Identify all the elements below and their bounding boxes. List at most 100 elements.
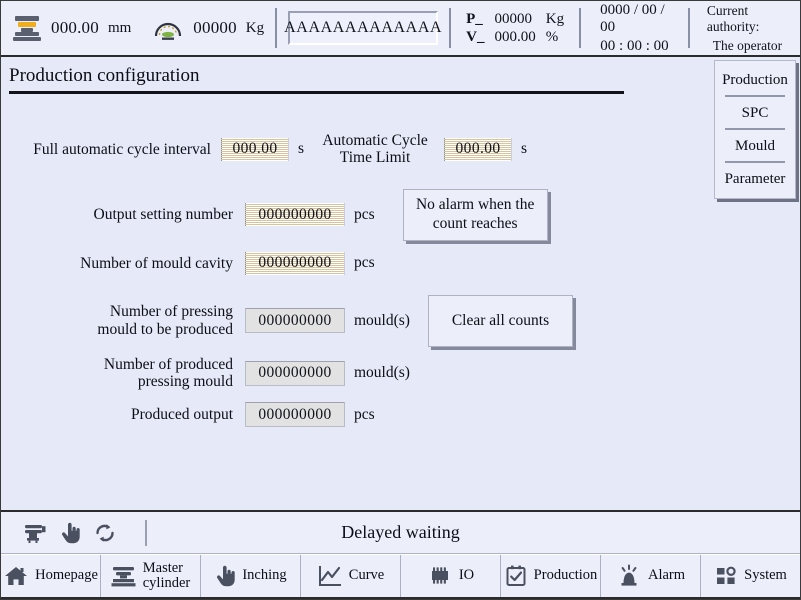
cycle-time-limit-label-line1: Automatic Cycle bbox=[322, 132, 428, 149]
pressure-label: P_ bbox=[466, 10, 483, 27]
clipboard-check-icon bbox=[504, 564, 528, 588]
pressing-to-produce-row: Number of pressing mould to be produced … bbox=[1, 294, 712, 347]
grid-squares-icon bbox=[714, 564, 738, 588]
pressing-produced-unit: mould(s) bbox=[354, 364, 410, 382]
gauge-icon bbox=[153, 15, 183, 41]
nav-item-curve[interactable]: Curve bbox=[301, 555, 401, 597]
load-unit: Kg bbox=[245, 19, 265, 36]
nav-label-production: Production bbox=[533, 567, 598, 584]
status-icon-group bbox=[1, 519, 147, 546]
pressing-to-produce-label: Number of pressing mould to be produced bbox=[1, 303, 233, 338]
text-field-cell: AAAAAAAAAAAAA bbox=[282, 1, 444, 55]
pressing-produced-label: Number of produced pressing mould bbox=[1, 356, 233, 391]
press-bars-icon bbox=[111, 564, 137, 588]
authority-label: Current authority: bbox=[706, 2, 760, 34]
body-row: Production configuration Full automatic … bbox=[1, 57, 800, 510]
produced-output-field[interactable]: 000000000 bbox=[245, 402, 345, 428]
content-area: Production configuration Full automatic … bbox=[1, 57, 712, 510]
divider bbox=[275, 8, 278, 48]
chip-icon bbox=[427, 564, 453, 588]
right-sidebar-wrap: Production SPC Mould Parameter bbox=[712, 57, 800, 510]
velocity-value: 000.00 bbox=[494, 28, 536, 45]
pressing-to-produce-field[interactable]: 000000000 bbox=[245, 308, 345, 334]
no-alarm-button-line2: count reaches bbox=[432, 214, 518, 232]
cycle-time-limit-field[interactable]: 000.00 bbox=[444, 137, 513, 161]
cycle-interval-label: Full automatic cycle interval bbox=[33, 140, 211, 158]
press-icon bbox=[13, 15, 41, 41]
nav-item-production[interactable]: Production bbox=[501, 555, 601, 597]
authority-value: The operator bbox=[712, 37, 783, 53]
alarm-beacon-icon bbox=[616, 564, 642, 588]
chart-line-icon bbox=[317, 564, 343, 588]
nav-item-homepage[interactable]: Homepage bbox=[1, 555, 101, 597]
cycle-interval-field[interactable]: 000.00 bbox=[221, 137, 289, 161]
sidebar-item-spc[interactable]: SPC bbox=[715, 97, 795, 128]
cycle-time-limit-label-line2: Time Limit bbox=[339, 149, 411, 167]
produced-output-unit: pcs bbox=[354, 405, 375, 423]
top-status-bar: 000.00 mm 00000 Kg AAAAAAAAAAAAA P_ 0000… bbox=[1, 1, 800, 57]
output-setting-field[interactable]: 000000000 bbox=[245, 203, 345, 227]
pressing-to-produce-label-line2: mould to be produced bbox=[97, 320, 233, 338]
load-readout: 00000 Kg bbox=[137, 1, 270, 55]
no-alarm-button-line1: No alarm when the bbox=[415, 196, 535, 214]
pressing-produced-row: Number of produced pressing mould 000000… bbox=[1, 356, 712, 391]
nav-label-inching: Inching bbox=[242, 567, 287, 584]
status-bar: Delayed waiting bbox=[1, 510, 800, 554]
pressing-produced-label-line1: Number of produced bbox=[103, 355, 233, 373]
velocity-unit: % bbox=[545, 28, 559, 45]
cycle-time-limit-label: Automatic Cycle Time Limit bbox=[314, 132, 436, 167]
divider bbox=[579, 8, 582, 48]
mould-cavity-row: Number of mould cavity 000000000 pcs bbox=[1, 251, 712, 275]
output-setting-label: Output setting number bbox=[93, 206, 234, 224]
time-value: 00 : 00 : 00 bbox=[600, 37, 669, 54]
position-unit: mm bbox=[107, 19, 132, 36]
datetime-readout: 0000 / 00 / 00 00 : 00 : 00 bbox=[586, 1, 683, 55]
sidebar-item-production[interactable]: Production bbox=[715, 64, 795, 95]
clear-all-counts-button[interactable]: Clear all counts bbox=[427, 294, 573, 347]
pressure-velocity-readout: P_ 00000 Kg V_ 000.00 % bbox=[456, 1, 574, 55]
sidebar-item-mould[interactable]: Mould bbox=[715, 130, 795, 161]
right-sidebar: Production SPC Mould Parameter bbox=[714, 60, 796, 199]
mould-cavity-field[interactable]: 000000000 bbox=[245, 251, 345, 275]
produced-output-row: Produced output 000000000 pcs bbox=[1, 402, 712, 428]
velocity-label: V_ bbox=[466, 28, 485, 45]
divider bbox=[449, 8, 452, 48]
hmi-screen: 000.00 mm 00000 Kg AAAAAAAAAAAAA P_ 0000… bbox=[0, 0, 801, 600]
cycle-refresh-icon[interactable] bbox=[93, 522, 117, 544]
date-value: 0000 / 00 / 00 bbox=[600, 1, 665, 35]
bottom-nav-bar: Homepage Master cylinder Inching Curve I… bbox=[1, 554, 800, 599]
pressing-produced-field[interactable]: 000000000 bbox=[245, 360, 345, 386]
mould-cavity-label: Number of mould cavity bbox=[80, 254, 233, 272]
mould-cavity-unit: pcs bbox=[354, 254, 375, 272]
home-icon bbox=[3, 564, 29, 588]
page-title: Production configuration bbox=[9, 65, 200, 86]
no-alarm-button[interactable]: No alarm when the count reaches bbox=[402, 188, 548, 241]
cycle-row: Full automatic cycle interval 000.00 s A… bbox=[1, 132, 712, 167]
authority-readout: Current authority: The operator bbox=[695, 1, 800, 55]
sidebar-item-parameter[interactable]: Parameter bbox=[715, 163, 795, 194]
machine-icon[interactable] bbox=[23, 522, 47, 544]
pressing-produced-label-line2: pressing mould bbox=[137, 373, 233, 391]
nav-item-alarm[interactable]: Alarm bbox=[601, 555, 701, 597]
pressing-to-produce-unit: mould(s) bbox=[354, 311, 410, 329]
position-value: 000.00 bbox=[51, 18, 99, 37]
nav-label-curve: Curve bbox=[348, 567, 385, 584]
pressure-unit: Kg bbox=[545, 10, 565, 27]
output-setting-unit: pcs bbox=[354, 205, 375, 223]
cycle-time-limit-unit: s bbox=[521, 140, 528, 158]
pressing-to-produce-label-line1: Number of pressing bbox=[109, 303, 233, 321]
nav-item-inching[interactable]: Inching bbox=[201, 555, 301, 597]
nav-label-master-cylinder: Master cylinder bbox=[143, 560, 191, 592]
divider bbox=[145, 519, 147, 546]
nav-item-system[interactable]: System bbox=[701, 555, 800, 597]
recipe-name-field[interactable]: AAAAAAAAAAAAA bbox=[284, 11, 442, 45]
nav-item-master-cylinder[interactable]: Master cylinder bbox=[101, 555, 201, 597]
produced-output-label: Produced output bbox=[130, 406, 233, 424]
nav-item-io[interactable]: IO bbox=[401, 555, 501, 597]
divider bbox=[687, 8, 690, 48]
hand-icon[interactable] bbox=[59, 522, 81, 544]
production-config-form: Full automatic cycle interval 000.00 s A… bbox=[1, 94, 712, 428]
hand-icon bbox=[214, 564, 236, 588]
nav-label-alarm: Alarm bbox=[647, 567, 686, 584]
cycle-interval-unit: s bbox=[298, 140, 305, 158]
